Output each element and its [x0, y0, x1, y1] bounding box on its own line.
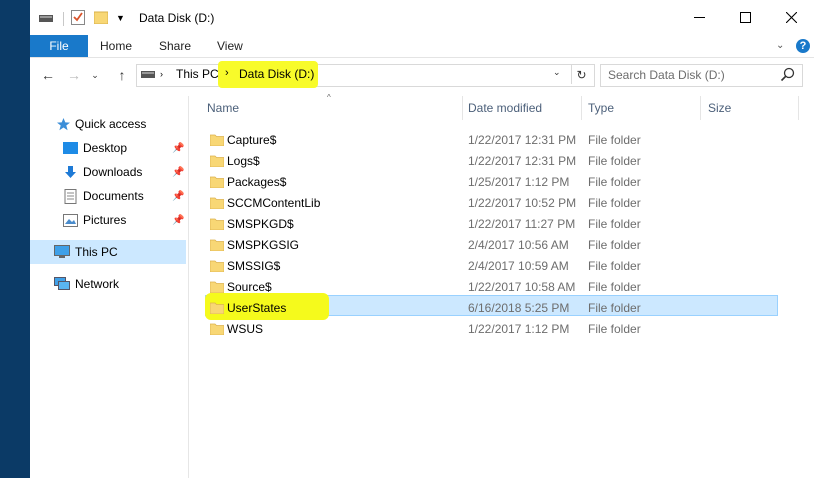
- folder-icon: [210, 218, 224, 230]
- file-name: SCCMContentLib: [227, 196, 321, 210]
- file-row[interactable]: Capture$ 1/22/2017 12:31 PM File folder: [30, 130, 814, 151]
- file-row[interactable]: UserStates 6/16/2018 5:25 PM File folder: [30, 298, 814, 319]
- nav-item-label: Quick access: [75, 117, 147, 131]
- refresh-icon: ↻: [576, 67, 587, 82]
- folder-icon: [210, 155, 224, 167]
- minimize-icon: [693, 16, 705, 18]
- file-date-modified: 1/22/2017 12:31 PM: [468, 133, 577, 147]
- file-type: File folder: [588, 238, 641, 252]
- file-row[interactable]: SMSPKGSIG 2/4/2017 10:56 AM File folder: [30, 235, 814, 256]
- column-divider[interactable]: [798, 96, 799, 120]
- file-row[interactable]: SMSSIG$ 2/4/2017 10:59 AM File folder: [30, 256, 814, 277]
- file-date-modified: 1/22/2017 10:52 PM: [468, 196, 577, 210]
- folder-icon: [210, 281, 224, 293]
- column-header-date[interactable]: Date modified: [468, 101, 542, 116]
- close-icon: [785, 12, 797, 23]
- file-type: File folder: [588, 133, 641, 147]
- close-button[interactable]: [768, 0, 814, 35]
- folder-icon: [210, 134, 224, 146]
- file-type: File folder: [588, 280, 641, 294]
- file-row[interactable]: SMSPKGD$ 1/22/2017 11:27 PM File folder: [30, 214, 814, 235]
- file-name: Logs$: [227, 154, 260, 168]
- folder-icon: [210, 197, 224, 209]
- chevron-right-icon: ›: [225, 67, 229, 79]
- maximize-button[interactable]: [722, 0, 768, 35]
- ribbon-bar: [30, 35, 814, 58]
- ribbon-expand-icon[interactable]: ⌄: [776, 40, 784, 51]
- breadcrumb-data-disk[interactable]: Data Disk (D:): [239, 67, 314, 81]
- folder-icon: [210, 239, 224, 251]
- file-date-modified: 6/16/2018 5:25 PM: [468, 301, 570, 315]
- tab-home[interactable]: Home: [100, 35, 132, 57]
- folder-icon: [210, 260, 224, 272]
- arrow-left-icon: ←: [41, 67, 55, 83]
- explorer-window: ▼ Data Disk (D:) File Home Share View ⌄ …: [30, 0, 814, 478]
- chevron-down-icon: ⌄: [91, 69, 99, 80]
- file-row[interactable]: SCCMContentLib 1/22/2017 10:52 PM File fol…: [30, 193, 814, 214]
- forward-button[interactable]: →: [64, 65, 84, 85]
- drive-icon[interactable]: [39, 13, 53, 23]
- drive-icon: [141, 71, 155, 78]
- breadcrumb-this-pc[interactable]: This PC: [176, 67, 219, 81]
- file-name: SMSSIG$: [227, 259, 281, 273]
- file-name: WSUS: [227, 322, 263, 336]
- file-date-modified: 1/22/2017 1:12 PM: [468, 322, 570, 336]
- file-date-modified: 1/25/2017 1:12 PM: [468, 175, 570, 189]
- file-type: File folder: [588, 154, 641, 168]
- arrow-up-icon: ↑: [118, 67, 126, 83]
- recent-locations-button[interactable]: ⌄: [85, 65, 105, 85]
- arrow-right-icon: →: [67, 67, 81, 83]
- tab-share[interactable]: Share: [159, 35, 191, 57]
- file-name: Capture$: [227, 133, 277, 147]
- file-date-modified: 1/22/2017 10:58 AM: [468, 280, 576, 294]
- folder-icon: [210, 176, 224, 188]
- search-icon[interactable]: [780, 67, 796, 83]
- column-divider[interactable]: [462, 96, 463, 120]
- up-button[interactable]: ↑: [112, 65, 132, 85]
- file-type: File folder: [588, 301, 641, 315]
- file-type: File folder: [588, 259, 641, 273]
- window-title: Data Disk (D:): [139, 11, 215, 25]
- file-date-modified: 2/4/2017 10:59 AM: [468, 259, 569, 273]
- tab-file[interactable]: File: [30, 35, 88, 57]
- search-placeholder: Search Data Disk (D:): [608, 68, 725, 82]
- sort-ascending-icon: ^: [327, 93, 331, 102]
- file-date-modified: 2/4/2017 10:56 AM: [468, 238, 569, 252]
- column-header-size[interactable]: Size: [708, 101, 731, 116]
- help-button[interactable]: ?: [796, 39, 810, 53]
- file-date-modified: 1/22/2017 12:31 PM: [468, 154, 577, 168]
- new-folder-icon[interactable]: [94, 10, 108, 24]
- column-divider[interactable]: [700, 96, 701, 120]
- file-type: File folder: [588, 322, 641, 336]
- customize-toolbar-icon[interactable]: ▼: [116, 13, 125, 23]
- properties-icon[interactable]: [71, 9, 85, 25]
- column-header-name[interactable]: Name: [207, 101, 239, 116]
- file-name: SMSPKGD$: [227, 217, 294, 231]
- toolbar-separator: [63, 12, 64, 26]
- file-row[interactable]: WSUS 1/22/2017 1:12 PM File folder: [30, 319, 814, 340]
- column-divider[interactable]: [581, 96, 582, 120]
- chevron-right-icon: ›: [160, 69, 163, 79]
- folder-icon: [210, 302, 224, 314]
- folder-icon: [210, 323, 224, 335]
- file-row[interactable]: Source$ 1/22/2017 10:58 AM File folder: [30, 277, 814, 298]
- file-row[interactable]: Packages$ 1/25/2017 1:12 PM File folder: [30, 172, 814, 193]
- file-date-modified: 1/22/2017 11:27 PM: [468, 217, 576, 231]
- back-button[interactable]: ←: [38, 65, 58, 85]
- file-type: File folder: [588, 217, 641, 231]
- minimize-button[interactable]: [676, 0, 722, 35]
- maximize-icon: [739, 12, 751, 23]
- tab-view[interactable]: View: [217, 35, 243, 57]
- file-type: File folder: [588, 196, 641, 210]
- file-row[interactable]: Logs$ 1/22/2017 12:31 PM File folder: [30, 151, 814, 172]
- file-type: File folder: [588, 175, 641, 189]
- column-header-type[interactable]: Type: [588, 101, 614, 116]
- refresh-button[interactable]: ↻: [571, 65, 591, 84]
- address-dropdown-icon[interactable]: ⌄: [553, 67, 561, 78]
- file-name: Source$: [227, 280, 272, 294]
- file-name: SMSPKGSIG: [227, 238, 300, 252]
- file-name: UserStates: [227, 301, 287, 315]
- file-name: Packages$: [227, 175, 287, 189]
